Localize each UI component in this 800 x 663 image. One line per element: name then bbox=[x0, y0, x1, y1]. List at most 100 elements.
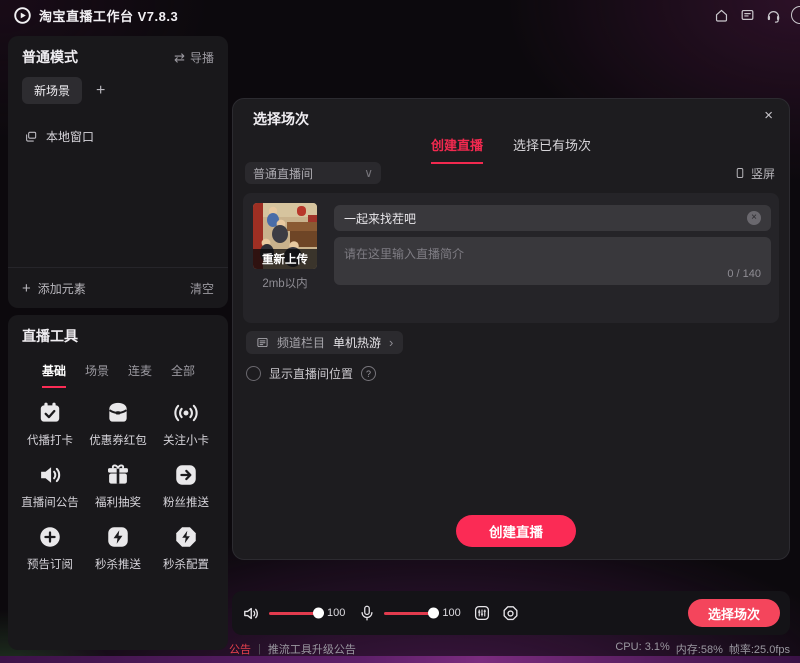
room-type-value: 普通直播间 bbox=[253, 165, 313, 182]
app-titlebar: 淘宝直播工作台 V7.8.3 bbox=[0, 0, 800, 30]
volume-slider-thumb[interactable] bbox=[313, 608, 324, 619]
tab-create-live[interactable]: 创建直播 bbox=[431, 135, 483, 164]
mic-value: 100 bbox=[442, 607, 460, 619]
location-label: 显示直播间位置 bbox=[269, 365, 353, 382]
notice-tag: 公告 bbox=[229, 641, 251, 657]
headset-icon[interactable] bbox=[765, 7, 782, 24]
director-switch-button[interactable]: ⇄ 导播 bbox=[174, 49, 214, 66]
red-envelope-icon bbox=[105, 400, 131, 426]
select-session-button[interactable]: 选择场次 bbox=[688, 599, 780, 627]
tool-item[interactable]: 粉丝推送 bbox=[152, 462, 220, 510]
live-desc-textarea[interactable] bbox=[334, 237, 771, 267]
swap-icon: ⇄ bbox=[174, 51, 185, 64]
settings-gear-icon[interactable] bbox=[501, 604, 520, 623]
tools-tab-mic[interactable]: 连麦 bbox=[128, 362, 152, 388]
channel-label: 频道栏目 bbox=[277, 334, 325, 351]
tool-item[interactable]: 优惠券红包 bbox=[84, 400, 152, 448]
scene-mode-title: 普通模式 bbox=[22, 47, 78, 67]
scene-chip-new[interactable]: 新场景 bbox=[22, 77, 82, 104]
volume-slider[interactable] bbox=[269, 612, 321, 615]
add-element-button[interactable]: + 添加元素 bbox=[22, 280, 86, 297]
calendar-check-icon bbox=[37, 400, 63, 426]
director-label: 导播 bbox=[190, 49, 214, 66]
tool-label: 秒杀配置 bbox=[163, 556, 209, 572]
flash-hex-icon bbox=[173, 524, 199, 550]
plus-icon: + bbox=[22, 281, 31, 296]
list-icon bbox=[256, 336, 269, 349]
notice-link[interactable]: 公告 | 推流工具升级公告 bbox=[229, 641, 356, 657]
mixer-icon[interactable] bbox=[473, 604, 492, 623]
volume-value: 100 bbox=[327, 607, 345, 619]
mic-slider-thumb[interactable] bbox=[428, 608, 439, 619]
tool-item[interactable]: 直播间公告 bbox=[16, 462, 84, 510]
tool-label: 福利抽奖 bbox=[95, 494, 141, 510]
tools-tab-basic[interactable]: 基础 bbox=[42, 362, 66, 388]
app-logo-icon bbox=[13, 6, 32, 25]
cover-uploader[interactable]: 重新上传 bbox=[253, 203, 317, 269]
chevron-right-icon: › bbox=[389, 335, 393, 350]
tool-item[interactable]: 关注小卡 bbox=[152, 400, 220, 448]
tool-item[interactable]: 福利抽奖 bbox=[84, 462, 152, 510]
scene-mode-panel: 普通模式 ⇄ 导播 新场景 + 本地窗口 + 添加元素 清空 bbox=[8, 36, 228, 308]
close-icon[interactable]: × bbox=[764, 107, 773, 124]
channel-value: 单机热游 bbox=[333, 334, 381, 351]
location-checkbox[interactable] bbox=[246, 366, 261, 381]
chevron-down-icon: ∨ bbox=[364, 166, 373, 180]
fps-stat: 帧率:25.0fps bbox=[729, 641, 790, 657]
local-window-label: 本地窗口 bbox=[46, 128, 94, 145]
tool-item[interactable]: 秒杀配置 bbox=[152, 524, 220, 572]
tool-label: 优惠券红包 bbox=[89, 432, 147, 448]
tool-label: 预告订阅 bbox=[27, 556, 73, 572]
tool-label: 粉丝推送 bbox=[163, 494, 209, 510]
portrait-toggle[interactable]: 竖屏 bbox=[734, 165, 775, 182]
mic-slider[interactable] bbox=[384, 612, 436, 615]
live-title-input[interactable] bbox=[344, 211, 747, 225]
tools-tab-all[interactable]: 全部 bbox=[171, 362, 195, 388]
cpu-stat: CPU: 3.1% bbox=[615, 641, 669, 657]
portrait-icon bbox=[734, 167, 746, 179]
portrait-label: 竖屏 bbox=[751, 165, 775, 182]
home-icon[interactable] bbox=[713, 7, 730, 24]
volume-icon[interactable] bbox=[242, 604, 261, 623]
gift-icon bbox=[105, 462, 131, 488]
reupload-label[interactable]: 重新上传 bbox=[253, 249, 317, 269]
tool-item[interactable]: 秒杀推送 bbox=[84, 524, 152, 572]
clear-button[interactable]: 清空 bbox=[190, 280, 214, 297]
add-element-label: 添加元素 bbox=[38, 280, 86, 297]
local-window-item[interactable]: 本地窗口 bbox=[8, 104, 228, 145]
live-tools-panel: 直播工具 基础 场景 连麦 全部 代播打卡 优惠券红包 关注小卡 直播间公告 福… bbox=[8, 315, 228, 650]
room-type-select[interactable]: 普通直播间 ∨ bbox=[245, 162, 381, 184]
tool-label: 秒杀推送 bbox=[95, 556, 141, 572]
cover-size-hint: 2mb以内 bbox=[243, 275, 327, 291]
live-info-section: 重新上传 2mb以内 × 0 / 140 bbox=[243, 193, 779, 323]
feedback-icon[interactable] bbox=[739, 7, 756, 24]
modal-title: 选择场次 bbox=[253, 109, 309, 129]
tool-item[interactable]: 代播打卡 bbox=[16, 400, 84, 448]
add-scene-button[interactable]: + bbox=[96, 83, 105, 99]
plus-circle-icon bbox=[37, 524, 63, 550]
app-title: 淘宝直播工作台 V7.8.3 bbox=[39, 6, 178, 25]
tool-label: 关注小卡 bbox=[163, 432, 209, 448]
tool-label: 直播间公告 bbox=[21, 494, 79, 510]
push-arrow-icon bbox=[173, 462, 199, 488]
desktop-wallpaper-strip bbox=[0, 656, 800, 663]
tab-select-existing[interactable]: 选择已有场次 bbox=[513, 135, 591, 164]
tools-tab-scene[interactable]: 场景 bbox=[85, 362, 109, 388]
live-tools-title: 直播工具 bbox=[8, 315, 228, 346]
mic-icon[interactable] bbox=[357, 604, 376, 623]
tool-item[interactable]: 预告订阅 bbox=[16, 524, 84, 572]
flash-square-icon bbox=[105, 524, 131, 550]
create-live-button[interactable]: 创建直播 bbox=[456, 515, 576, 547]
session-modal: 选择场次 × 创建直播 选择已有场次 普通直播间 ∨ 竖屏 bbox=[232, 98, 790, 560]
announcement-speaker-icon bbox=[37, 462, 63, 488]
help-icon[interactable]: ? bbox=[361, 366, 376, 381]
notice-divider: | bbox=[258, 643, 261, 655]
char-counter: 0 / 140 bbox=[727, 268, 761, 280]
clear-input-icon[interactable]: × bbox=[747, 211, 761, 225]
notice-text: 推流工具升级公告 bbox=[268, 641, 356, 657]
avatar[interactable] bbox=[791, 6, 800, 24]
channel-pill[interactable]: 频道栏目 单机热游 › bbox=[246, 331, 403, 354]
broadcast-icon bbox=[173, 400, 199, 426]
memory-stat: 内存:58% bbox=[676, 641, 723, 657]
window-copy-icon bbox=[24, 130, 38, 144]
